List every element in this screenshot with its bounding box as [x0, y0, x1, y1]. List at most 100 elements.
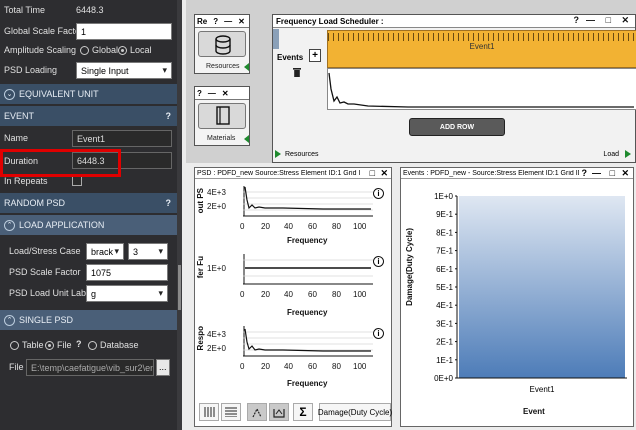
psd-loading-label: PSD Loading	[4, 65, 58, 75]
chevron-up-icon: ⌃	[4, 219, 15, 231]
close-icon[interactable]: ✕	[621, 168, 629, 179]
damage-chart-xlabel: Event	[523, 407, 545, 416]
fls-input-port[interactable]	[275, 150, 281, 158]
left-scrollbar-thumb[interactable]	[178, 265, 181, 310]
damage-chart-ytick: 0E+0	[434, 374, 453, 383]
load-application-header[interactable]: ⌃ LOAD APPLICATION	[0, 215, 177, 235]
load-case-select[interactable]: brack	[86, 243, 124, 260]
plot1-xtick: 40	[284, 222, 293, 231]
response-psd-plot	[243, 326, 373, 357]
database-radio[interactable]	[88, 340, 97, 351]
materials-node[interactable]: ? — ✕ Materials	[194, 86, 250, 146]
damage-duty-cycle-button[interactable]: Damage(Duty Cycle)	[318, 403, 392, 421]
event-spectrum-preview	[327, 68, 636, 110]
close-icon[interactable]: ✕	[621, 15, 629, 26]
close-icon[interactable]: ✕	[238, 17, 245, 26]
global-radio[interactable]	[80, 45, 89, 56]
resources-node[interactable]: Re ? — ✕ Resources	[194, 14, 250, 74]
plot1-xtick: 0	[240, 222, 245, 231]
materials-port[interactable]	[244, 135, 249, 143]
vertical-grid-icon[interactable]	[199, 403, 219, 421]
event-timeline[interactable]: Event1	[327, 30, 636, 68]
damage-chart-ytick: 3E-1	[436, 319, 453, 328]
psd-scale-label: PSD Scale Factor	[9, 267, 81, 277]
damage-bar[interactable]	[459, 196, 625, 378]
close-icon[interactable]: ✕	[222, 89, 229, 98]
book-icon-box	[198, 103, 246, 129]
maximize-icon[interactable]: □	[610, 168, 615, 178]
add-event-button[interactable]: +	[309, 49, 321, 62]
equivalent-unit-title: EQUIVALENT UNIT	[19, 89, 99, 99]
global-radio-label: Global	[92, 45, 119, 55]
file-label: File	[9, 362, 24, 372]
file-path-input[interactable]: E:\temp\caefatigue\vib_sur2\env_psd	[26, 359, 154, 376]
global-scale-label: Global Scale Factor	[4, 26, 84, 36]
help-icon[interactable]: ?	[166, 111, 172, 121]
minimize-icon[interactable]: —	[208, 89, 216, 98]
workflow-canvas: Re ? — ✕ Resources ? — ✕ Materials Frequ…	[182, 0, 636, 430]
plot2-xtick: 60	[308, 290, 317, 299]
fls-output-port[interactable]	[625, 150, 631, 158]
close-icon[interactable]: ✕	[380, 168, 388, 179]
plot2-xtick: 80	[332, 290, 341, 299]
trash-icon[interactable]	[293, 67, 301, 77]
help-icon[interactable]: ?	[76, 339, 82, 349]
equivalent-unit-header[interactable]: ⌄ EQUIVALENT UNIT	[0, 84, 177, 104]
maximize-icon[interactable]: □	[370, 168, 375, 178]
help-icon[interactable]: ?	[197, 89, 202, 98]
help-icon[interactable]: ?	[213, 17, 218, 26]
resources-port[interactable]	[244, 63, 249, 71]
add-row-button[interactable]: ADD ROW	[409, 118, 505, 136]
browse-button[interactable]: ...	[156, 359, 170, 376]
plot3-xtick: 20	[261, 362, 270, 371]
minimize-icon[interactable]: —	[224, 17, 232, 26]
in-repeats-checkbox[interactable]	[72, 176, 82, 186]
psd-scale-input[interactable]: 1075	[86, 264, 168, 281]
fit-y-icon[interactable]	[269, 403, 289, 421]
damage-chart-ylabel: Damage(Duty Cycle)	[405, 228, 414, 306]
file-radio-label: File	[57, 340, 72, 350]
help-icon[interactable]: ?	[574, 15, 580, 25]
single-psd-header[interactable]: ⌃ SINGLE PSD	[0, 310, 177, 330]
table-radio-label: Table	[22, 340, 44, 350]
minimize-icon[interactable]: —	[586, 15, 595, 25]
fit-x-icon[interactable]	[247, 403, 267, 421]
global-scale-row: Global Scale Factor 1	[0, 21, 177, 41]
psd-unit-row: PSD Load Unit Label g	[0, 283, 177, 303]
help-icon[interactable]: ?	[582, 168, 588, 178]
help-icon[interactable]: ?	[166, 198, 172, 208]
fls-left-handle[interactable]	[273, 29, 279, 49]
sum-icon[interactable]: Σ	[293, 403, 313, 421]
damage-chart-ytick: 1E+0	[434, 192, 453, 201]
load-application-title: LOAD APPLICATION	[19, 220, 105, 230]
info-icon[interactable]: i	[373, 188, 384, 199]
plot2-xtick: 40	[284, 290, 293, 299]
local-radio[interactable]	[118, 45, 127, 56]
plot1-ytick: 4E+3	[207, 188, 226, 197]
timeline-ticks	[328, 33, 636, 41]
psd-loading-row: PSD Loading Single Input	[0, 60, 177, 80]
psd-unit-select[interactable]: g	[86, 285, 168, 302]
plot1-xtick: 100	[353, 222, 367, 231]
info-icon[interactable]: i	[373, 328, 384, 339]
load-stress-label: Load/Stress Case	[9, 246, 81, 256]
global-scale-input[interactable]: 1	[76, 23, 172, 40]
plot2-ylabel: fer Fu	[196, 256, 205, 279]
table-radio[interactable]	[10, 340, 19, 351]
plot2-xtick: 20	[261, 290, 270, 299]
event-header[interactable]: EVENT ?	[0, 106, 177, 126]
name-input[interactable]: Event1	[72, 130, 172, 147]
maximize-icon[interactable]: □	[606, 15, 611, 25]
events-panel-title-bar: Events : PDFD_new - Source:Stress Elemen…	[401, 168, 633, 179]
psd-loading-select[interactable]: Single Input	[76, 62, 172, 79]
chevron-up-icon: ⌃	[4, 314, 15, 326]
horizontal-grid-icon[interactable]	[221, 403, 241, 421]
book-icon	[216, 106, 230, 125]
random-psd-title: RANDOM PSD	[4, 198, 66, 208]
random-psd-header[interactable]: RANDOM PSD ?	[0, 193, 177, 213]
minimize-icon[interactable]: —	[592, 168, 601, 178]
file-radio[interactable]	[45, 340, 54, 351]
info-icon[interactable]: i	[373, 256, 384, 267]
plot3-ytick: 4E+3	[207, 330, 226, 339]
stress-case-select[interactable]: 3	[128, 243, 168, 260]
